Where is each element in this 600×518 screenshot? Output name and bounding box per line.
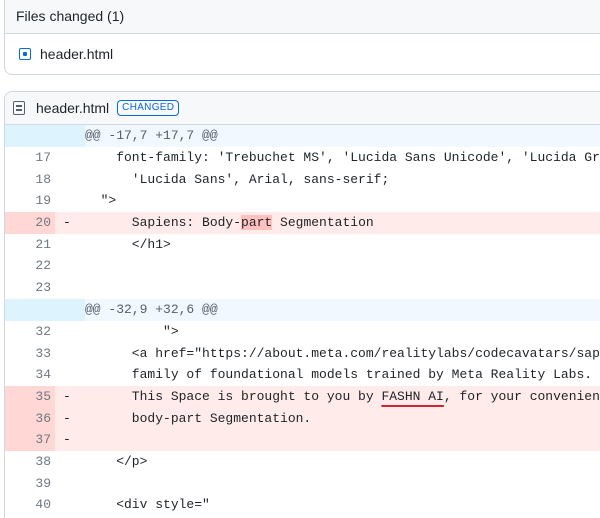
line-number: 40 [5, 494, 55, 516]
code-text: "> [85, 193, 117, 209]
code-text: @@ -32,9 +32,6 @@ [85, 298, 600, 321]
diff-marker: - [63, 388, 71, 404]
diff-context-line: 23 [5, 277, 600, 299]
code-text: body-part Segmentation. [85, 410, 312, 426]
line-number: 19 [5, 190, 55, 213]
diff-marker [55, 190, 85, 212]
code-text: Sapiens: Body-part Segmentation [85, 212, 600, 234]
line-number: 20 [5, 212, 55, 234]
diff-context-line: 21 </h1> [5, 233, 600, 256]
line-number: 39 [5, 472, 55, 495]
code-text: </p> [85, 453, 148, 469]
code-text: <a href="https://about.meta.com/realityl… [85, 345, 600, 361]
diff-deleted-line: 20- Sapiens: Body-part Segmentation [5, 212, 600, 234]
line-number: 37 [5, 429, 55, 451]
diff-marker [55, 343, 85, 365]
diff-panel: header.html CHANGED @@ -17,7 +17,7 @@ 17 … [4, 91, 600, 518]
code-text: This Space is brought to you by FASHN AI… [85, 386, 600, 408]
diff-marker [55, 169, 85, 191]
status-badge: CHANGED [117, 100, 180, 116]
diff-marker [55, 451, 85, 473]
diff-marker [55, 299, 85, 321]
code-segment: Sapiens: Body- [85, 215, 242, 231]
diff-body: @@ -17,7 +17,7 @@ 17 font-family: 'Trebuc… [5, 125, 600, 516]
line-number: 18 [5, 168, 55, 191]
code-text: family of foundational models trained by… [85, 367, 600, 383]
diff-filename[interactable]: header.html [36, 100, 109, 116]
code-text: "> [85, 323, 179, 339]
diff-context-line: 32 "> [5, 320, 600, 343]
line-number: 38 [5, 450, 55, 473]
diff-hunk-header[interactable]: @@ -17,7 +17,7 @@ [5, 125, 600, 147]
diff-hunk-header[interactable]: @@ -32,9 +32,6 @@ [5, 298, 600, 321]
diff-marker [55, 234, 85, 256]
file-document-icon [13, 101, 25, 115]
diff-context-line: 18 'Lucida Sans', Arial, sans-serif; [5, 168, 600, 191]
line-number: 32 [5, 320, 55, 343]
diff-marker: - [63, 432, 71, 448]
line-number: 21 [5, 233, 55, 256]
diff-context-line: 22 [5, 255, 600, 278]
code-highlight: FASHN AI [381, 388, 444, 404]
diff-marker [55, 147, 85, 169]
code-text: </h1> [85, 236, 171, 252]
files-changed-panel: Files changed (1) header.html [4, 0, 600, 75]
diff-context-line: 39 [5, 472, 600, 495]
diff-context-line: 17 font-family: 'Trebuchet MS', 'Lucida … [5, 147, 600, 169]
diff-file-header: header.html CHANGED [5, 92, 600, 125]
line-number: 33 [5, 342, 55, 365]
diff-marker: - [63, 410, 71, 426]
diff-marker [55, 125, 85, 147]
line-number [5, 125, 55, 147]
diff-context-line: 19 "> [5, 190, 600, 213]
line-number: 35 [5, 385, 55, 408]
file-modified-icon [19, 48, 31, 60]
diff-context-line: 40 <div style=" [5, 494, 600, 516]
file-list-item-name[interactable]: header.html [40, 46, 113, 62]
line-number: 23 [5, 277, 55, 299]
line-number [5, 298, 55, 321]
diff-marker: - [63, 215, 71, 231]
diff-deleted-line: 37- [5, 429, 600, 451]
line-number: 36 [5, 407, 55, 430]
diff-context-line: 38 </p> [5, 450, 600, 473]
diff-deleted-line: 36- body-part Segmentation. [5, 407, 600, 430]
code-segment: This Space is brought to you by [85, 388, 382, 404]
diff-marker [55, 473, 85, 495]
diff-context-line: 34 family of foundational models trained… [5, 364, 600, 386]
code-segment: , for your convenience [443, 388, 600, 404]
code-segment: Segmentation [272, 215, 374, 231]
diff-marker [55, 255, 85, 277]
code-text: <div style=" [85, 497, 210, 513]
code-highlight: part [241, 215, 273, 231]
diff-marker [55, 321, 85, 343]
line-number: 17 [5, 147, 55, 169]
code-text: @@ -17,7 +17,7 @@ [85, 125, 600, 147]
diff-context-line: 33 <a href="https://about.meta.com/reali… [5, 342, 600, 365]
file-list-item[interactable]: header.html [5, 34, 600, 74]
diff-marker [55, 277, 85, 299]
code-text: 'Lucida Sans', Arial, sans-serif; [85, 171, 390, 187]
diff-marker [55, 364, 85, 386]
diff-marker [55, 494, 85, 516]
line-number: 22 [5, 255, 55, 278]
code-text: font-family: 'Trebuchet MS', 'Lucida San… [85, 150, 600, 165]
files-changed-header: Files changed (1) [5, 0, 600, 34]
diff-deleted-line: 35- This Space is brought to you by FASH… [5, 385, 600, 408]
line-number: 34 [5, 364, 55, 386]
